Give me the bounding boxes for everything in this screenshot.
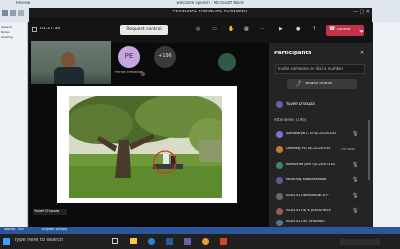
presenter-avatar[interactable]: PE <box>118 46 140 68</box>
presenter-list-avatar <box>276 101 283 108</box>
camera-icon[interactable]: ▶ <box>279 27 286 33</box>
chrome-icon[interactable] <box>202 238 209 245</box>
participants-title: Participants <box>274 51 312 56</box>
task-view-icon[interactable] <box>112 238 118 244</box>
more-participants-badge[interactable]: +196 <box>154 46 176 68</box>
self-video-body <box>54 67 84 84</box>
attendee-avatar <box>276 162 283 169</box>
speech-icon[interactable] <box>18 10 24 16</box>
word-left-label-2: Spelling <box>1 36 13 39</box>
attendee-avatar <box>276 131 283 138</box>
meeting-title: PERSONAL FINANCIAL PLANNING <box>173 10 247 14</box>
system-tray[interactable] <box>340 239 380 245</box>
share-invite-label: Share invite <box>305 82 332 86</box>
phone-icon: ☎ <box>329 26 336 32</box>
meeting-timer: 01:27:36 <box>40 27 61 31</box>
participant-avatar-photo[interactable] <box>218 53 236 71</box>
mic-muted-icon: 🎙 <box>352 131 359 137</box>
window-controls[interactable]: — ▢ ✕ <box>340 10 370 16</box>
grid-icon[interactable]: ▦ <box>244 27 251 33</box>
attendee-avatar <box>276 208 283 215</box>
mic-muted-icon: 🎙 <box>352 177 359 183</box>
leave-label: Leave <box>337 28 351 32</box>
status-words[interactable]: Words: 765 <box>4 228 34 233</box>
share-invite-icon: ⤴ <box>296 81 302 87</box>
presenter-avatar-name: Prince Fernando <box>114 71 144 74</box>
shield-icon <box>32 27 37 32</box>
invite-input[interactable]: Invite someone or dial a number <box>275 64 365 74</box>
windows-start-icon[interactable] <box>3 238 10 245</box>
attendee-avatar <box>276 220 283 226</box>
file-explorer-icon[interactable] <box>130 238 137 244</box>
mic-muted-icon <box>141 72 145 76</box>
share-icon[interactable]: ↑ <box>312 27 319 33</box>
park-photo <box>65 92 229 198</box>
mic-muted-icon: 🎙 <box>352 193 359 199</box>
teams-taskbar-icon[interactable] <box>184 238 191 245</box>
word-left-pane <box>0 22 28 234</box>
attendee-name[interactable]: N1815219BHAVANI A P <box>286 194 340 200</box>
attendee-avatar <box>276 193 283 200</box>
word-right-pane <box>373 22 400 234</box>
self-video-face <box>61 52 75 68</box>
mic-muted-icon: 🎙 <box>352 208 359 214</box>
chat-icon[interactable]: ▭ <box>212 27 219 33</box>
close-icon[interactable]: ✕ <box>360 51 366 57</box>
attendee-name[interactable]: Aishwarya C N SJC2020202 <box>286 132 340 138</box>
edge-icon[interactable] <box>148 238 155 245</box>
ribbon-tab-review[interactable]: Review <box>16 1 32 7</box>
attendee-avatar <box>276 146 283 153</box>
notes-icon[interactable] <box>10 10 16 16</box>
attendee-name[interactable]: Muttung Madikeshwar <box>286 178 340 184</box>
mic-muted-icon: 🎙 <box>352 162 359 168</box>
spelling-icon[interactable] <box>2 10 8 16</box>
word-title: welcome speech - Microsoft Word <box>176 1 244 5</box>
attendees-label[interactable]: Attendees (196) <box>274 118 334 124</box>
word-taskbar-icon[interactable] <box>166 238 173 245</box>
attendee-avatar <box>276 177 283 184</box>
participants-scrollbar[interactable] <box>368 120 370 180</box>
taskbar-search[interactable]: Type here to search <box>14 238 84 245</box>
request-control-button[interactable]: Request control <box>120 25 168 35</box>
powerpoint-icon[interactable] <box>220 238 227 245</box>
attendee-name[interactable]: N1815219J K JAYASHREE <box>286 209 340 215</box>
people-icon[interactable]: ◎ <box>196 27 203 33</box>
presenter-list-name[interactable]: Yuvell D'souza <box>286 102 346 108</box>
hand-icon[interactable]: ✋ <box>228 27 235 33</box>
more-icon[interactable]: ⋯ <box>260 27 267 33</box>
attendee-name[interactable]: Karishma Jain SJC2020318 <box>286 163 340 169</box>
status-language[interactable]: English (India) <box>42 228 72 233</box>
attendee-name[interactable]: Dheeraj PD SJC2020344 <box>286 147 332 153</box>
presenter-label: Yuvell D'souza <box>33 209 67 215</box>
attendee-name[interactable]: N1815219S SHAMBU <box>286 220 340 226</box>
attendee-status: On hold <box>341 148 355 151</box>
shared-photo <box>65 92 229 198</box>
mic-icon[interactable]: ● <box>296 27 303 33</box>
